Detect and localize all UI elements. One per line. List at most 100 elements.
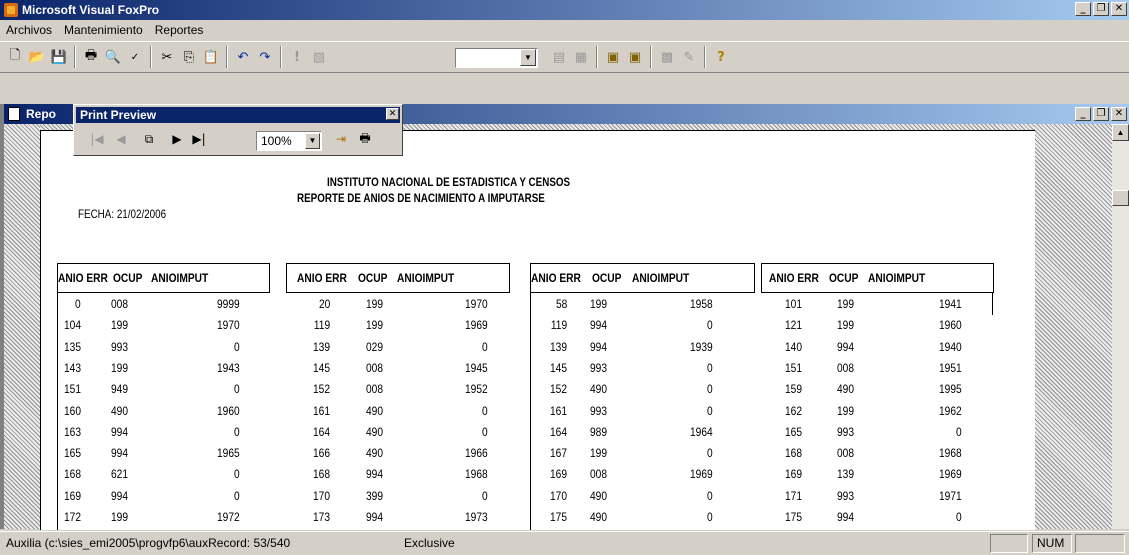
menu-mantenimiento[interactable]: Mantenimiento: [58, 23, 149, 37]
header-ocup: OCUP: [113, 271, 143, 285]
column-header-group-4: ANIO ERR OCUP ANIOIMPUT: [761, 263, 994, 293]
table-cell: 0: [956, 510, 962, 524]
copy-icon[interactable]: ⎘: [178, 46, 200, 68]
column-header-group-3: ANIO ERR OCUP ANIOIMPUT: [530, 263, 755, 293]
minimize-button[interactable]: _: [1075, 2, 1091, 16]
table-divider: [530, 293, 531, 530]
table-cell: 0: [482, 403, 488, 418]
table-cell: 1940: [939, 339, 962, 354]
menu-archivos[interactable]: Archivos: [0, 23, 58, 37]
header-anioimput: ANIOIMPUT: [151, 271, 209, 285]
first-page-icon[interactable]: |◀: [86, 127, 108, 151]
table-cell: 159: [784, 382, 802, 397]
toolbar-separator: [150, 46, 152, 68]
redo-icon[interactable]: ↷: [254, 46, 276, 68]
vertical-scrollbar[interactable]: ▲: [1112, 124, 1129, 529]
table-cell: 199: [589, 297, 607, 311]
table-cell: 168: [784, 446, 802, 461]
new-icon[interactable]: 🗋: [4, 46, 26, 68]
data-session-icon[interactable]: ▣: [624, 46, 646, 68]
table-cell: 1952: [465, 382, 488, 397]
table-cell: 0: [707, 360, 713, 375]
table-cell: 0: [75, 297, 81, 311]
foxpro-app-icon[interactable]: [4, 3, 18, 17]
menu-bar: Archivos Mantenimiento Reportes: [0, 20, 1129, 40]
command-window-icon[interactable]: ▩: [656, 46, 678, 68]
table-cell: 399: [365, 488, 383, 503]
table-cell: 490: [365, 403, 383, 418]
close-icon[interactable]: ✕: [386, 108, 399, 120]
table-cell: 008: [365, 382, 383, 397]
table-cell: 994: [110, 424, 128, 439]
header-anio-err: ANIO ERR: [531, 271, 581, 285]
status-record-text: Auxilia (c:\sies_emi2005\progvfp6\auxRec…: [6, 536, 291, 550]
open-icon[interactable]: 📂: [26, 46, 48, 68]
modify-form-icon[interactable]: ▧: [308, 46, 330, 68]
toolbar-separator: [596, 46, 598, 68]
table-cell: 490: [110, 403, 128, 418]
child-restore-button[interactable]: ❐: [1093, 107, 1109, 121]
print-preview-icon[interactable]: 🔍: [102, 46, 124, 68]
table-divider: [992, 293, 993, 315]
previous-page-icon[interactable]: ◀: [110, 127, 132, 151]
menu-reportes[interactable]: Reportes: [149, 23, 210, 37]
table-cell: 175: [784, 510, 802, 524]
table-cell: 145: [549, 360, 567, 375]
table-cell: 490: [589, 488, 607, 503]
table-cell: 0: [234, 382, 240, 397]
table-cell: 1945: [465, 360, 488, 375]
table-cell: 993: [836, 424, 854, 439]
table-cell: 162: [784, 403, 802, 418]
report-header-institution: INSTITUTO NACIONAL DE ESTADISTICA Y CENS…: [327, 175, 571, 189]
table-cell: 1966: [465, 446, 488, 461]
run-icon[interactable]: !: [286, 46, 308, 68]
close-preview-icon[interactable]: ⇥: [330, 127, 352, 151]
table-cell: 139: [312, 339, 330, 354]
restore-button[interactable]: ❐: [1093, 2, 1109, 16]
scroll-thumb[interactable]: [1112, 190, 1129, 206]
table-cell: 0: [234, 467, 240, 482]
chevron-down-icon[interactable]: ▼: [305, 133, 320, 149]
cut-icon[interactable]: ✂: [156, 46, 178, 68]
table-cell: 9999: [217, 297, 240, 311]
table-cell: 119: [313, 318, 330, 333]
paste-icon[interactable]: 📋: [200, 46, 222, 68]
table-cell: 163: [63, 424, 81, 439]
form-wizard-icon[interactable]: ▤: [548, 46, 570, 68]
spell-check-icon[interactable]: ✓: [124, 46, 146, 68]
table-cell: 175: [549, 510, 567, 524]
save-icon[interactable]: 💾: [48, 46, 70, 68]
child-minimize-button[interactable]: _: [1075, 107, 1091, 121]
report-wizard-icon[interactable]: ▦: [570, 46, 592, 68]
help-icon[interactable]: ?: [710, 46, 732, 68]
table-cell: 170: [312, 488, 330, 503]
table-cell: 152: [549, 382, 567, 397]
print-icon[interactable]: 🖶: [80, 46, 102, 68]
child-close-button[interactable]: ✕: [1111, 107, 1127, 121]
next-page-icon[interactable]: ▶: [166, 127, 188, 151]
table-cell: 1973: [465, 510, 488, 524]
properties-icon[interactable]: ✎: [678, 46, 700, 68]
table-cell: 008: [589, 467, 607, 482]
table-cell: 0: [956, 424, 962, 439]
last-page-icon[interactable]: ▶|: [188, 127, 210, 151]
table-cell: 993: [589, 403, 607, 418]
table-cell: 949: [110, 382, 128, 397]
table-cell: 008: [110, 297, 128, 311]
go-to-page-icon[interactable]: ⧉: [138, 127, 160, 151]
undo-icon[interactable]: ↶: [232, 46, 254, 68]
close-button[interactable]: ✕: [1111, 2, 1127, 16]
table-cell: 1969: [465, 318, 488, 333]
table-cell: 140: [784, 339, 802, 354]
table-cell: 1962: [939, 403, 962, 418]
table-cell: 1943: [217, 360, 240, 375]
table-cell: 993: [110, 339, 128, 354]
print-icon[interactable]: 🖶: [354, 127, 376, 151]
table-cell: 0: [482, 488, 488, 503]
scroll-up-icon[interactable]: ▲: [1112, 124, 1129, 141]
database-icon[interactable]: ▣: [602, 46, 624, 68]
report-window-controls: _ ❐ ✕: [1075, 107, 1127, 121]
table-cell: 490: [365, 424, 383, 439]
table-cell: 135: [63, 339, 81, 354]
chevron-down-icon[interactable]: ▼: [520, 49, 536, 66]
